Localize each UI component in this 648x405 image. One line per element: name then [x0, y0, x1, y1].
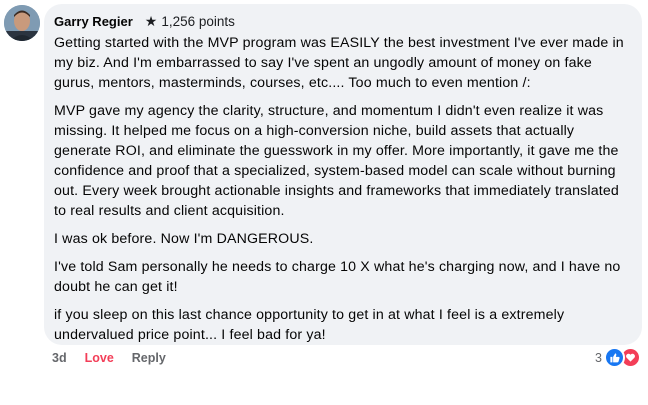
reaction-count: 3	[595, 350, 602, 365]
points-label: 1,256 points	[161, 13, 235, 29]
reaction-summary[interactable]: 3	[595, 347, 641, 368]
comment-paragraph: I've told Sam personally he needs to cha…	[54, 259, 621, 295]
author-name[interactable]: Garry Regier	[54, 14, 133, 29]
love-button[interactable]: Love	[85, 351, 114, 365]
comment-paragraph: Getting started with the MVP program was…	[54, 35, 624, 91]
comment-paragraph: MVP gave my agency the clarity, structur…	[54, 103, 619, 219]
reply-button[interactable]: Reply	[132, 351, 166, 365]
points-badge: ★ 1,256 points	[145, 14, 235, 29]
like-icon	[603, 347, 625, 368]
comment-actions: 3d Love Reply	[52, 351, 166, 365]
star-icon: ★	[144, 13, 158, 29]
comment-header: Garry Regier ★ 1,256 points	[54, 11, 630, 31]
comment-paragraph: if you sleep on this last chance opportu…	[54, 307, 565, 343]
author-avatar[interactable]	[4, 5, 40, 41]
comment-bubble: Garry Regier ★ 1,256 points Getting star…	[44, 4, 642, 345]
comment-paragraph: I was ok before. Now I'm DANGEROUS.	[54, 231, 314, 247]
timestamp[interactable]: 3d	[52, 351, 67, 365]
